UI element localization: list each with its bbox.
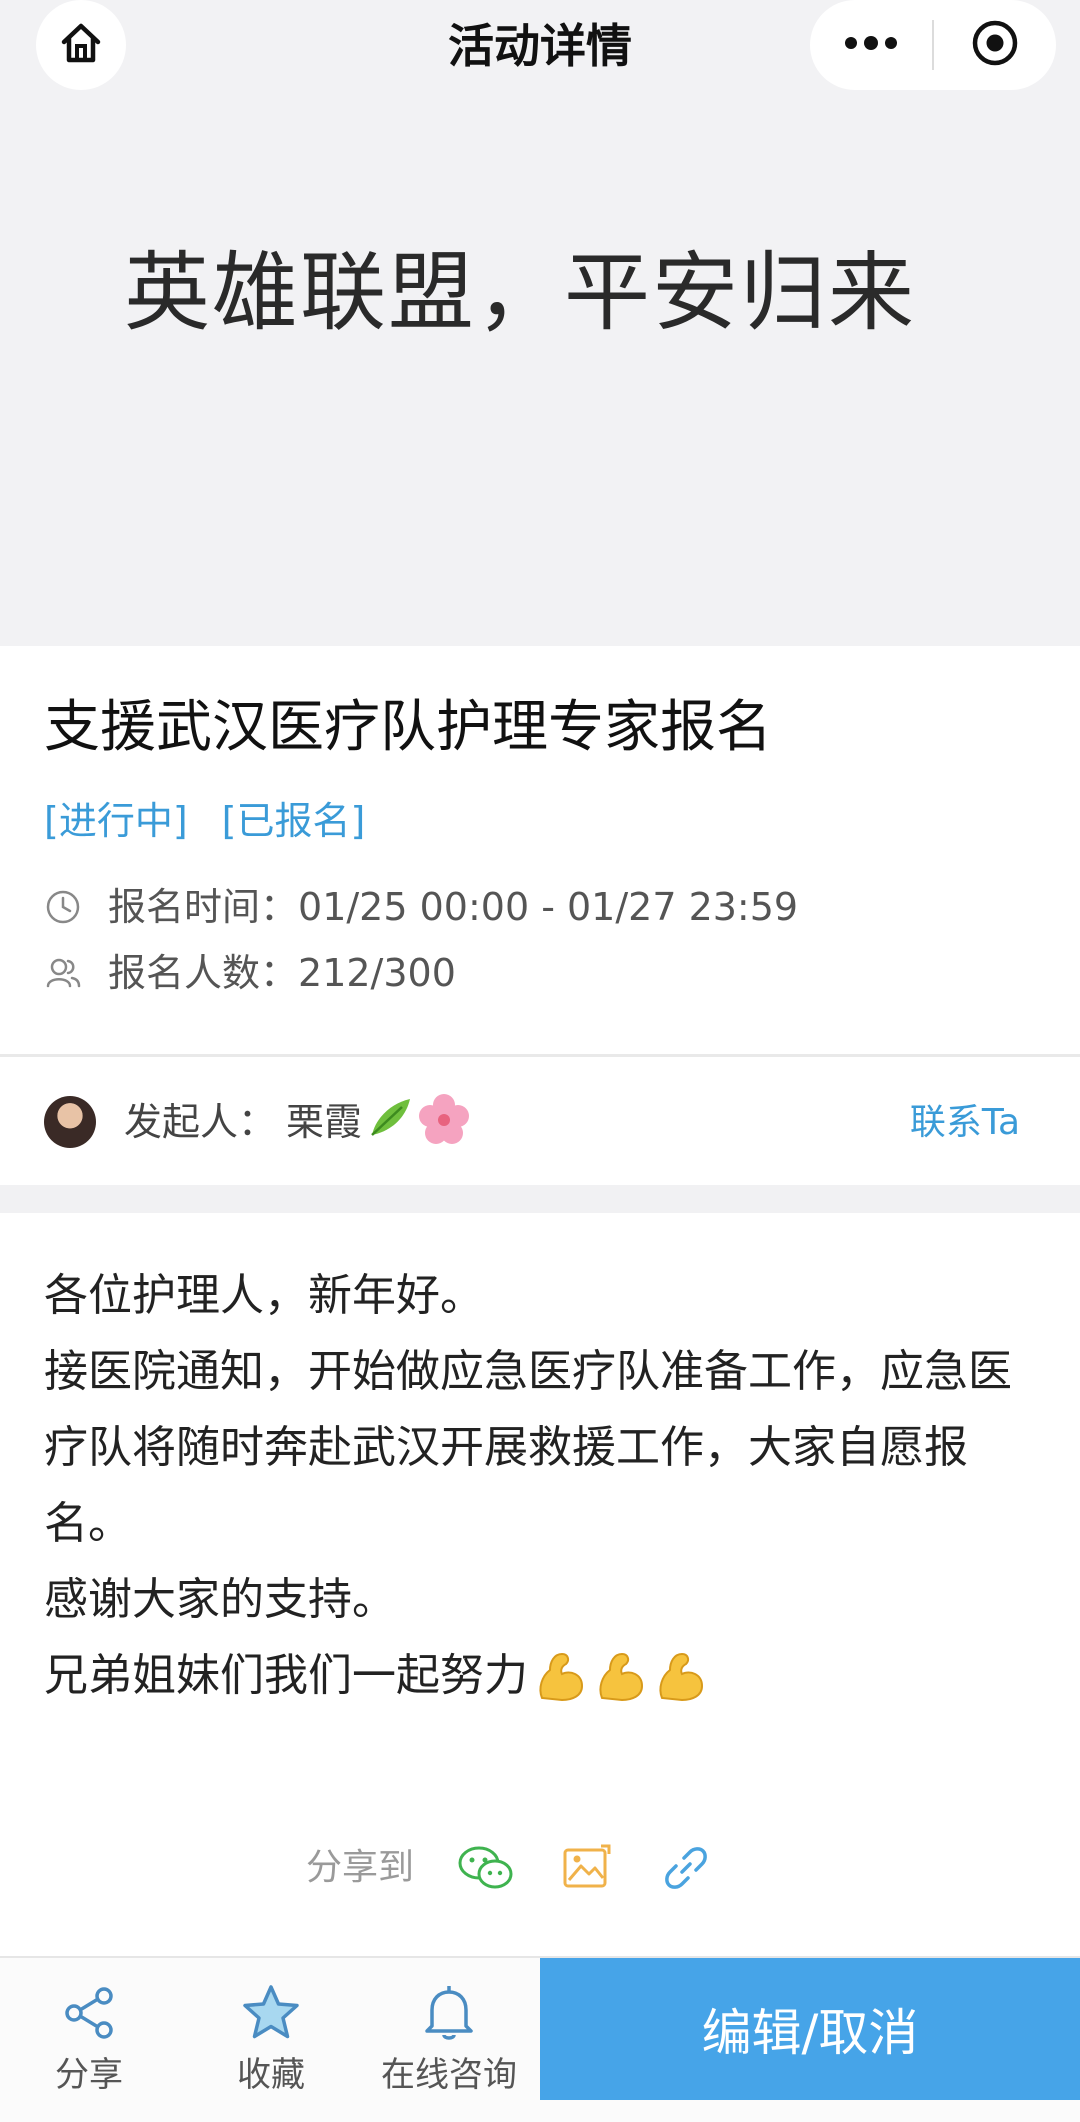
description-line-thanks: 感谢大家的支持。 [44,1574,396,1625]
registration-time-row: 报名时间： 01/25 00:00 - 01/27 23:59 [44,882,798,932]
registration-count-label: 报名人数： [108,951,299,995]
edit-cancel-button[interactable]: 编辑/取消 [540,1958,1080,2100]
share-button[interactable]: 分享 [4,1980,174,2098]
favorite-button[interactable]: 收藏 [186,1980,356,2098]
image-icon[interactable] [556,1840,616,1896]
registration-time-label: 报名时间： [108,885,299,929]
star-icon [238,1980,304,2046]
registration-time-value: 01/25 00:00 - 01/27 23:59 [298,885,799,929]
contact-organizer-link[interactable]: 联系Ta [910,1099,1020,1147]
status-row: [进行中] [已报名] [44,796,365,846]
close-button[interactable] [934,0,1056,90]
banner-text: 英雄联盟，平安归来 [124,243,916,343]
more-dots-icon [841,33,901,57]
share-row: 分享到 [306,1840,756,1896]
flexed-biceps-icon [539,1652,584,1702]
favorite-button-label: 收藏 [237,2055,305,2095]
wechat-icon[interactable] [456,1840,516,1896]
registration-count-row: 报名人数： 212/300 [44,948,456,998]
flexed-biceps-emoji-group [532,1648,708,1704]
bell-icon [416,1980,482,2046]
organizer-avatar[interactable] [44,1096,96,1148]
organizer-name: 栗霞 [286,1100,363,1144]
organizer-row: 发起人： 栗霞 联系Ta [0,1059,1080,1185]
consult-button-label: 在线咨询 [381,2055,517,2095]
activity-info: 支援武汉医疗队护理专家报名 [进行中] [已报名] 报名时间： 01/25 00… [0,646,1080,1057]
description-encourage-text: 兄弟姐妹们我们一起努力 [44,1650,528,1701]
status-registered-badge: [已报名] [221,799,366,843]
clock-icon [44,888,82,926]
share-label: 分享到 [306,1847,415,1888]
share-button-label: 分享 [55,2055,123,2095]
banner: 活动详情 英雄联盟，平安归来 [0,0,1080,646]
description-line-greeting: 各位护理人，新年好。 [44,1270,484,1321]
registration-count-value: 212/300 [298,951,456,995]
organizer-emoji [366,1093,470,1145]
blossom-emoji-icon [419,1094,469,1144]
mini-program-capsule [810,0,1056,90]
flexed-biceps-icon [599,1652,644,1702]
more-button[interactable] [810,0,932,90]
target-close-icon [969,17,1021,73]
leaf-emoji-icon [371,1099,410,1136]
flexed-biceps-icon [659,1652,704,1702]
description-line-encourage: 兄弟姐妹们我们一起努力 [44,1638,1044,1714]
section-gap [0,1185,1080,1213]
section-divider [0,1054,1080,1057]
consult-button[interactable]: 在线咨询 [364,1980,534,2098]
organizer-label: 发起人： [124,1100,277,1144]
share-icon [56,1980,122,2046]
link-icon[interactable] [656,1840,716,1896]
status-active-badge: [进行中] [44,799,188,843]
activity-description: 各位护理人，新年好。 接医院通知，开始做应急医疗队准备工作，应急医疗队将随时奔赴… [44,1258,1044,1714]
bottom-action-bar: 分享 收藏 在线咨询 编辑/取消 [0,1956,1080,2122]
description-line-notice: 接医院通知，开始做应急医疗队准备工作，应急医疗队将随时奔赴武汉开展救援工作，大家… [44,1346,1012,1549]
activity-title: 支援武汉医疗队护理专家报名 [44,695,772,760]
people-icon [44,954,82,992]
